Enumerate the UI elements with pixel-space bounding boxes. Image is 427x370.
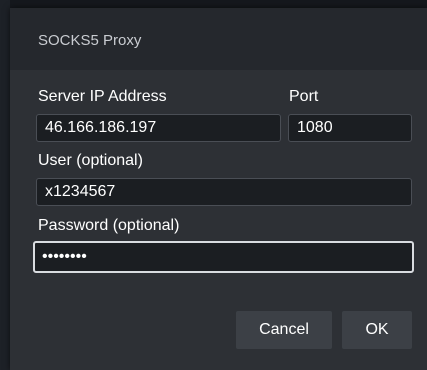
- password-input[interactable]: [33, 241, 414, 273]
- user-input[interactable]: [36, 178, 412, 206]
- user-label: User (optional): [38, 152, 143, 169]
- dialog-titlebar: SOCKS5 Proxy: [10, 8, 427, 70]
- socks5-proxy-dialog: SOCKS5 Proxy Server IP Address Port User…: [10, 8, 427, 370]
- ok-button[interactable]: OK: [342, 311, 412, 349]
- dialog-title: SOCKS5 Proxy: [38, 32, 142, 49]
- background-window-edge: [0, 0, 10, 370]
- port-input[interactable]: [288, 114, 412, 142]
- password-label: Password (optional): [38, 217, 180, 234]
- server-ip-input[interactable]: [36, 114, 281, 142]
- cancel-button[interactable]: Cancel: [236, 311, 332, 349]
- server-ip-label: Server IP Address: [38, 88, 167, 105]
- port-label: Port: [289, 88, 319, 105]
